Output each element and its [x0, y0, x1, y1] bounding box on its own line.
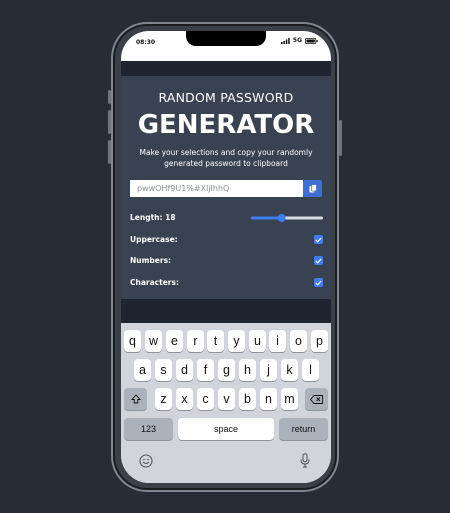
- shift-icon: [130, 394, 141, 404]
- mute-switch: [108, 90, 111, 104]
- key-k[interactable]: k: [281, 359, 298, 381]
- key-z[interactable]: z: [155, 388, 172, 410]
- battery-icon: [305, 37, 318, 44]
- key-o[interactable]: o: [290, 330, 307, 352]
- key-p[interactable]: p: [311, 330, 328, 352]
- length-label: Length: 18: [130, 213, 176, 222]
- microphone-icon[interactable]: [300, 453, 310, 468]
- status-time: 08:30: [136, 39, 156, 46]
- onscreen-keyboard: q w e r t y u i o p a s d f g h j k l z …: [121, 323, 331, 483]
- emoji-icon[interactable]: [139, 454, 153, 468]
- length-slider[interactable]: [251, 213, 323, 223]
- key-c[interactable]: c: [197, 388, 214, 410]
- check-icon: [315, 237, 322, 243]
- clipboard-icon: [309, 184, 317, 193]
- key-q[interactable]: q: [124, 330, 141, 352]
- key-t[interactable]: t: [207, 330, 224, 352]
- copy-button[interactable]: [303, 180, 322, 197]
- title-small: RANDOM PASSWORD: [158, 90, 294, 105]
- key-a[interactable]: a: [134, 359, 151, 381]
- key-h[interactable]: h: [239, 359, 256, 381]
- key-e[interactable]: e: [166, 330, 183, 352]
- volume-up-button: [108, 110, 111, 134]
- key-x[interactable]: x: [176, 388, 193, 410]
- space-key[interactable]: space: [178, 418, 274, 440]
- notch: [186, 31, 266, 46]
- key-u[interactable]: u: [249, 330, 266, 352]
- shift-key[interactable]: [124, 388, 147, 410]
- key-s[interactable]: s: [155, 359, 172, 381]
- return-key[interactable]: return: [279, 418, 328, 440]
- power-button: [339, 120, 342, 156]
- numbers-label: Numbers:: [130, 256, 172, 265]
- numbers-checkbox[interactable]: [314, 256, 323, 265]
- numbers-key[interactable]: 123: [124, 418, 173, 440]
- key-m[interactable]: m: [281, 388, 298, 410]
- characters-label: Characters:: [130, 278, 179, 287]
- key-i[interactable]: i: [269, 330, 286, 352]
- key-g[interactable]: g: [218, 359, 235, 381]
- volume-down-button: [108, 140, 111, 164]
- signal-icon: [280, 37, 290, 44]
- key-j[interactable]: j: [260, 359, 277, 381]
- check-icon: [315, 280, 322, 286]
- phone-screen: 08:30 5G RANDOM PASSWORD GENERATOR Make …: [121, 31, 331, 483]
- uppercase-checkbox[interactable]: [314, 235, 323, 244]
- title-large: GENERATOR: [137, 110, 315, 140]
- key-d[interactable]: d: [176, 359, 193, 381]
- backspace-key[interactable]: [305, 388, 328, 410]
- key-w[interactable]: w: [145, 330, 162, 352]
- network-label: 5G: [292, 37, 302, 44]
- characters-checkbox[interactable]: [314, 278, 323, 287]
- key-f[interactable]: f: [197, 359, 214, 381]
- check-icon: [315, 258, 322, 264]
- key-n[interactable]: n: [260, 388, 277, 410]
- key-v[interactable]: v: [218, 388, 235, 410]
- description-text: Make your selections and copy your rando…: [139, 148, 313, 168]
- key-b[interactable]: b: [239, 388, 256, 410]
- backspace-icon: [310, 394, 323, 404]
- uppercase-label: Uppercase:: [130, 235, 178, 244]
- key-l[interactable]: l: [302, 359, 319, 381]
- key-y[interactable]: y: [228, 330, 245, 352]
- key-r[interactable]: r: [187, 330, 204, 352]
- password-output[interactable]: [130, 180, 303, 197]
- status-icons: 5G: [280, 37, 318, 44]
